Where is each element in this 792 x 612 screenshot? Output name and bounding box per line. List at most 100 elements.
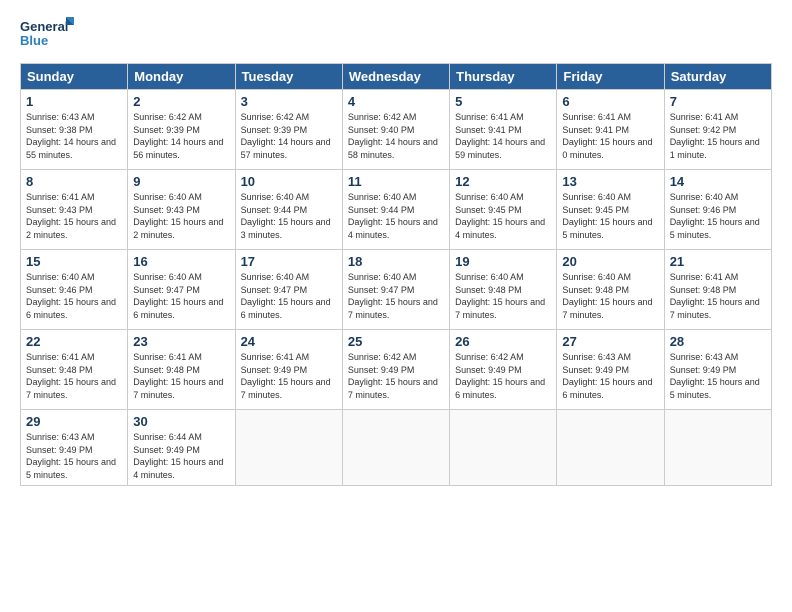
cell-info: Sunrise: 6:44 AMSunset: 9:49 PMDaylight:…	[133, 431, 229, 481]
day-number: 14	[670, 174, 766, 189]
weekday-header: Friday	[557, 64, 664, 90]
day-number: 3	[241, 94, 337, 109]
cell-info: Sunrise: 6:40 AMSunset: 9:45 PMDaylight:…	[455, 191, 551, 241]
calendar-cell: 1 Sunrise: 6:43 AMSunset: 9:38 PMDayligh…	[21, 90, 128, 170]
svg-text:Blue: Blue	[20, 33, 48, 48]
calendar-cell	[342, 410, 449, 486]
cell-info: Sunrise: 6:42 AMSunset: 9:49 PMDaylight:…	[455, 351, 551, 401]
cell-info: Sunrise: 6:40 AMSunset: 9:48 PMDaylight:…	[455, 271, 551, 321]
calendar-cell: 19 Sunrise: 6:40 AMSunset: 9:48 PMDaylig…	[450, 250, 557, 330]
calendar-cell: 26 Sunrise: 6:42 AMSunset: 9:49 PMDaylig…	[450, 330, 557, 410]
logo: General Blue	[20, 15, 75, 55]
calendar-cell: 2 Sunrise: 6:42 AMSunset: 9:39 PMDayligh…	[128, 90, 235, 170]
cell-info: Sunrise: 6:40 AMSunset: 9:47 PMDaylight:…	[133, 271, 229, 321]
calendar-cell: 17 Sunrise: 6:40 AMSunset: 9:47 PMDaylig…	[235, 250, 342, 330]
calendar-cell: 16 Sunrise: 6:40 AMSunset: 9:47 PMDaylig…	[128, 250, 235, 330]
logo-svg: General Blue	[20, 15, 75, 55]
calendar-cell: 27 Sunrise: 6:43 AMSunset: 9:49 PMDaylig…	[557, 330, 664, 410]
cell-info: Sunrise: 6:42 AMSunset: 9:40 PMDaylight:…	[348, 111, 444, 161]
day-number: 17	[241, 254, 337, 269]
calendar-cell	[235, 410, 342, 486]
weekday-header: Sunday	[21, 64, 128, 90]
cell-info: Sunrise: 6:40 AMSunset: 9:46 PMDaylight:…	[670, 191, 766, 241]
cell-info: Sunrise: 6:40 AMSunset: 9:45 PMDaylight:…	[562, 191, 658, 241]
calendar-cell	[450, 410, 557, 486]
day-number: 27	[562, 334, 658, 349]
cell-info: Sunrise: 6:42 AMSunset: 9:39 PMDaylight:…	[241, 111, 337, 161]
day-number: 2	[133, 94, 229, 109]
cell-info: Sunrise: 6:43 AMSunset: 9:38 PMDaylight:…	[26, 111, 122, 161]
cell-info: Sunrise: 6:40 AMSunset: 9:47 PMDaylight:…	[241, 271, 337, 321]
day-number: 18	[348, 254, 444, 269]
cell-info: Sunrise: 6:41 AMSunset: 9:48 PMDaylight:…	[133, 351, 229, 401]
calendar-cell: 11 Sunrise: 6:40 AMSunset: 9:44 PMDaylig…	[342, 170, 449, 250]
day-number: 24	[241, 334, 337, 349]
cell-info: Sunrise: 6:42 AMSunset: 9:49 PMDaylight:…	[348, 351, 444, 401]
day-number: 13	[562, 174, 658, 189]
cell-info: Sunrise: 6:40 AMSunset: 9:44 PMDaylight:…	[241, 191, 337, 241]
day-number: 21	[670, 254, 766, 269]
day-number: 1	[26, 94, 122, 109]
cell-info: Sunrise: 6:40 AMSunset: 9:43 PMDaylight:…	[133, 191, 229, 241]
calendar-cell: 29 Sunrise: 6:43 AMSunset: 9:49 PMDaylig…	[21, 410, 128, 486]
calendar-cell: 24 Sunrise: 6:41 AMSunset: 9:49 PMDaylig…	[235, 330, 342, 410]
weekday-header: Saturday	[664, 64, 771, 90]
calendar-cell: 8 Sunrise: 6:41 AMSunset: 9:43 PMDayligh…	[21, 170, 128, 250]
day-number: 6	[562, 94, 658, 109]
cell-info: Sunrise: 6:41 AMSunset: 9:41 PMDaylight:…	[455, 111, 551, 161]
calendar-cell: 25 Sunrise: 6:42 AMSunset: 9:49 PMDaylig…	[342, 330, 449, 410]
calendar-cell: 20 Sunrise: 6:40 AMSunset: 9:48 PMDaylig…	[557, 250, 664, 330]
calendar-cell: 21 Sunrise: 6:41 AMSunset: 9:48 PMDaylig…	[664, 250, 771, 330]
day-number: 4	[348, 94, 444, 109]
weekday-header: Thursday	[450, 64, 557, 90]
cell-info: Sunrise: 6:41 AMSunset: 9:42 PMDaylight:…	[670, 111, 766, 161]
weekday-header: Tuesday	[235, 64, 342, 90]
day-number: 19	[455, 254, 551, 269]
calendar-cell: 10 Sunrise: 6:40 AMSunset: 9:44 PMDaylig…	[235, 170, 342, 250]
cell-info: Sunrise: 6:43 AMSunset: 9:49 PMDaylight:…	[562, 351, 658, 401]
cell-info: Sunrise: 6:43 AMSunset: 9:49 PMDaylight:…	[26, 431, 122, 481]
day-number: 16	[133, 254, 229, 269]
weekday-header: Monday	[128, 64, 235, 90]
cell-info: Sunrise: 6:41 AMSunset: 9:49 PMDaylight:…	[241, 351, 337, 401]
day-number: 10	[241, 174, 337, 189]
day-number: 5	[455, 94, 551, 109]
calendar-cell: 15 Sunrise: 6:40 AMSunset: 9:46 PMDaylig…	[21, 250, 128, 330]
day-number: 9	[133, 174, 229, 189]
calendar-cell: 12 Sunrise: 6:40 AMSunset: 9:45 PMDaylig…	[450, 170, 557, 250]
cell-info: Sunrise: 6:40 AMSunset: 9:46 PMDaylight:…	[26, 271, 122, 321]
day-number: 25	[348, 334, 444, 349]
calendar-cell: 4 Sunrise: 6:42 AMSunset: 9:40 PMDayligh…	[342, 90, 449, 170]
day-number: 29	[26, 414, 122, 429]
day-number: 15	[26, 254, 122, 269]
day-number: 7	[670, 94, 766, 109]
day-number: 26	[455, 334, 551, 349]
cell-info: Sunrise: 6:41 AMSunset: 9:48 PMDaylight:…	[670, 271, 766, 321]
calendar-cell: 18 Sunrise: 6:40 AMSunset: 9:47 PMDaylig…	[342, 250, 449, 330]
day-number: 20	[562, 254, 658, 269]
day-number: 30	[133, 414, 229, 429]
weekday-header: Wednesday	[342, 64, 449, 90]
calendar-cell: 7 Sunrise: 6:41 AMSunset: 9:42 PMDayligh…	[664, 90, 771, 170]
day-number: 23	[133, 334, 229, 349]
calendar-cell: 9 Sunrise: 6:40 AMSunset: 9:43 PMDayligh…	[128, 170, 235, 250]
cell-info: Sunrise: 6:40 AMSunset: 9:44 PMDaylight:…	[348, 191, 444, 241]
calendar-cell: 3 Sunrise: 6:42 AMSunset: 9:39 PMDayligh…	[235, 90, 342, 170]
calendar-table: SundayMondayTuesdayWednesdayThursdayFrid…	[20, 63, 772, 486]
calendar-cell: 6 Sunrise: 6:41 AMSunset: 9:41 PMDayligh…	[557, 90, 664, 170]
cell-info: Sunrise: 6:40 AMSunset: 9:47 PMDaylight:…	[348, 271, 444, 321]
cell-info: Sunrise: 6:40 AMSunset: 9:48 PMDaylight:…	[562, 271, 658, 321]
cell-info: Sunrise: 6:42 AMSunset: 9:39 PMDaylight:…	[133, 111, 229, 161]
day-number: 28	[670, 334, 766, 349]
day-number: 22	[26, 334, 122, 349]
calendar-cell: 28 Sunrise: 6:43 AMSunset: 9:49 PMDaylig…	[664, 330, 771, 410]
calendar-cell	[664, 410, 771, 486]
calendar-cell: 13 Sunrise: 6:40 AMSunset: 9:45 PMDaylig…	[557, 170, 664, 250]
calendar-cell: 23 Sunrise: 6:41 AMSunset: 9:48 PMDaylig…	[128, 330, 235, 410]
svg-text:General: General	[20, 19, 68, 34]
calendar-cell: 22 Sunrise: 6:41 AMSunset: 9:48 PMDaylig…	[21, 330, 128, 410]
calendar-cell	[557, 410, 664, 486]
day-number: 8	[26, 174, 122, 189]
cell-info: Sunrise: 6:43 AMSunset: 9:49 PMDaylight:…	[670, 351, 766, 401]
calendar-cell: 30 Sunrise: 6:44 AMSunset: 9:49 PMDaylig…	[128, 410, 235, 486]
